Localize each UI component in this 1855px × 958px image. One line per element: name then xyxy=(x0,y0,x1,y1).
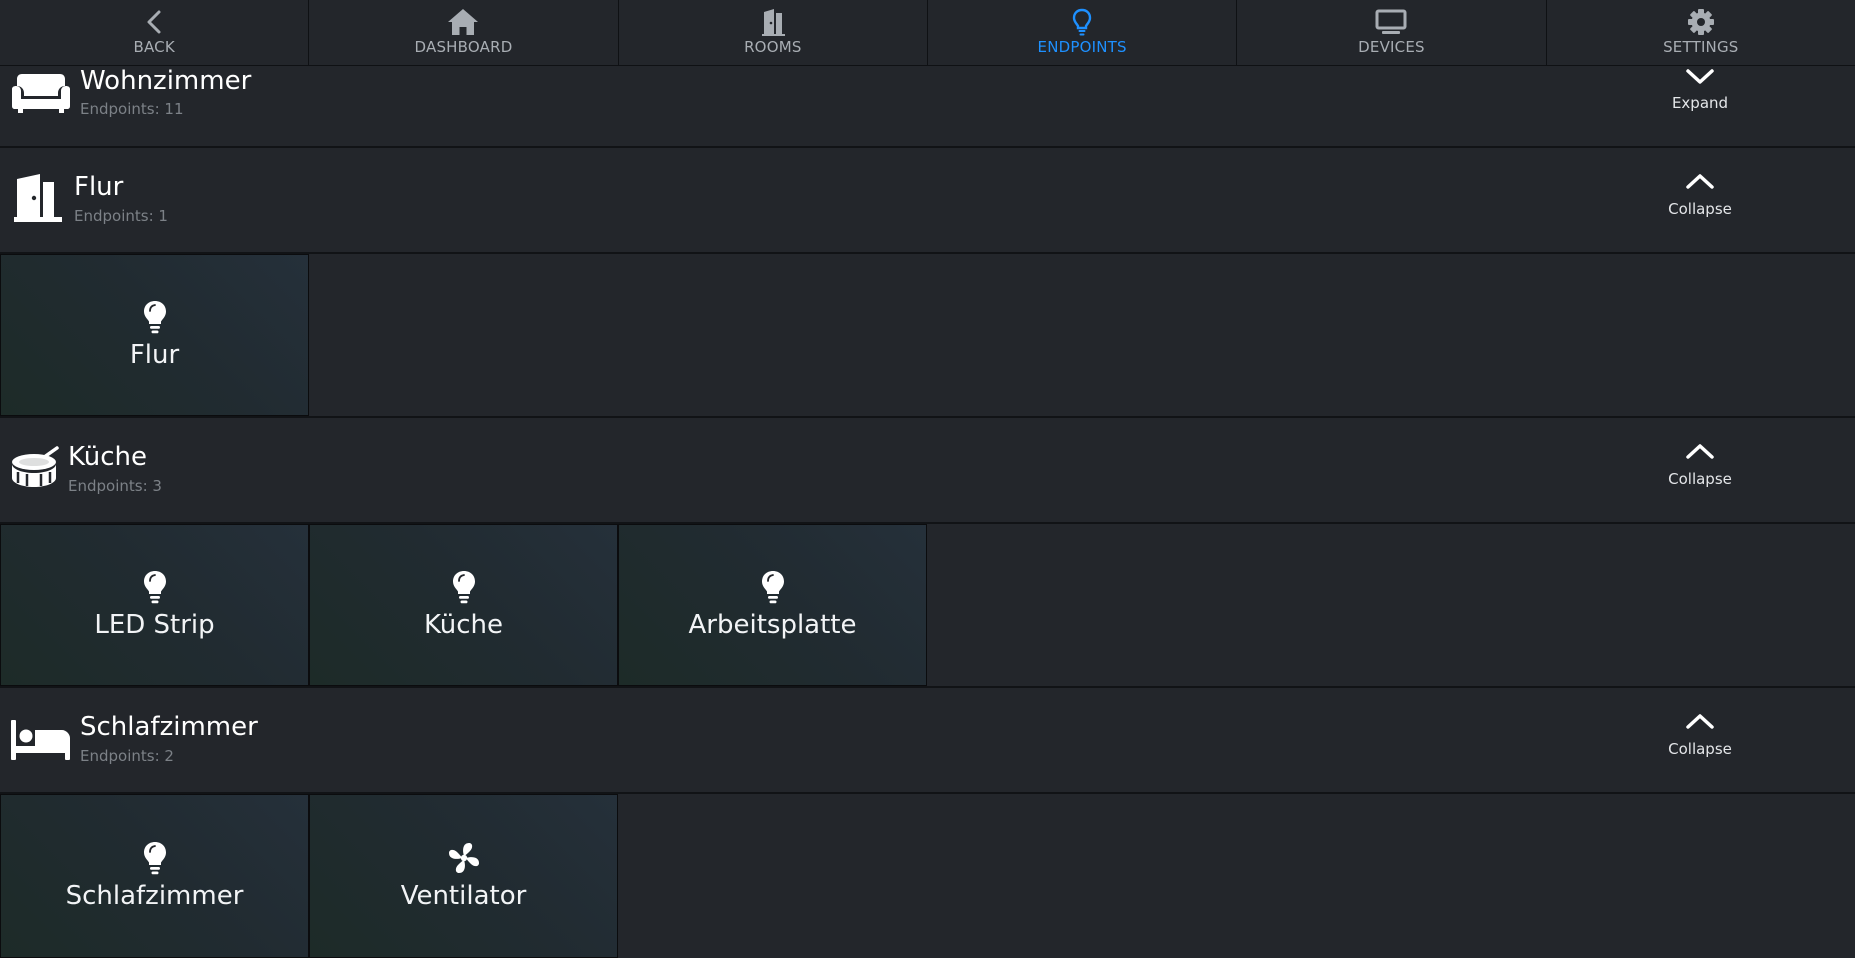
endpoint-name: LED Strip xyxy=(94,610,215,640)
toggle-label: Collapse xyxy=(1668,200,1732,218)
expand-button[interactable]: Expand xyxy=(1650,66,1750,112)
top-navigation: BACK DASHBOARD ROOMS ENDPOINTS DEVICES S… xyxy=(0,0,1855,66)
nav-label: SETTINGS xyxy=(1663,38,1739,56)
nav-label: ENDPOINTS xyxy=(1037,38,1127,56)
endpoint-tile-ventilator[interactable]: Ventilator xyxy=(309,794,618,958)
endpoint-tile-kueche[interactable]: Küche xyxy=(309,524,618,686)
room-title: Küche xyxy=(68,442,148,472)
endpoint-name: Flur xyxy=(129,340,180,370)
endpoint-name: Schlafzimmer xyxy=(65,881,244,911)
nav-label: DASHBOARD xyxy=(414,38,513,56)
nav-back[interactable]: BACK xyxy=(0,0,310,66)
lightbulb-icon xyxy=(142,570,168,604)
room-header-wohnzimmer: Wohnzimmer Endpoints: 11 Expand xyxy=(0,66,1855,148)
toggle-label: Collapse xyxy=(1668,740,1732,758)
endpoints-list: Wohnzimmer Endpoints: 11 Expand Flur End… xyxy=(0,66,1855,958)
room-title: Schlafzimmer xyxy=(80,712,258,742)
room-endpoint-count: Endpoints: 2 xyxy=(80,747,174,765)
chevron-up-icon xyxy=(1685,442,1715,466)
home-icon xyxy=(447,7,479,37)
endpoint-name: Ventilator xyxy=(400,881,527,911)
bed-icon xyxy=(10,718,72,762)
endpoint-row-flur: Flur xyxy=(0,254,1855,418)
nav-label: DEVICES xyxy=(1358,38,1425,56)
nav-endpoints[interactable]: ENDPOINTS xyxy=(927,0,1238,66)
nav-rooms[interactable]: ROOMS xyxy=(618,0,928,66)
room-endpoint-count: Endpoints: 11 xyxy=(80,100,184,118)
monitor-icon xyxy=(1374,7,1408,37)
room-endpoint-count: Endpoints: 1 xyxy=(74,207,168,225)
collapse-button[interactable]: Collapse xyxy=(1650,442,1750,488)
fan-icon xyxy=(447,841,481,875)
couch-icon xyxy=(10,70,72,116)
room-header-schlafzimmer: Schlafzimmer Endpoints: 2 Collapse xyxy=(0,688,1855,794)
gear-icon xyxy=(1687,7,1715,37)
endpoint-tile-led-strip[interactable]: LED Strip xyxy=(0,524,309,686)
room-endpoint-count: Endpoints: 3 xyxy=(68,477,162,495)
room-header-kueche: Küche Endpoints: 3 Collapse xyxy=(0,418,1855,524)
nav-devices[interactable]: DEVICES xyxy=(1237,0,1547,66)
room-title: Wohnzimmer xyxy=(80,66,252,96)
room-title: Flur xyxy=(74,172,124,202)
chevron-up-icon xyxy=(1685,712,1715,736)
endpoint-row-schlafzimmer: Schlafzimmer Ventilator xyxy=(0,794,1855,958)
endpoint-tile-schlafzimmer[interactable]: Schlafzimmer xyxy=(0,794,309,958)
chevron-up-icon xyxy=(1685,172,1715,196)
chevron-down-icon xyxy=(1685,66,1715,90)
nav-settings[interactable]: SETTINGS xyxy=(1546,0,1855,66)
endpoint-tile-flur[interactable]: Flur xyxy=(0,254,309,416)
nav-label: ROOMS xyxy=(744,38,802,56)
drum-icon xyxy=(10,446,60,490)
lightbulb-icon xyxy=(142,300,168,334)
nav-dashboard[interactable]: DASHBOARD xyxy=(309,0,619,66)
endpoint-tile-arbeitsplatte[interactable]: Arbeitsplatte xyxy=(618,524,927,686)
endpoint-name: Arbeitsplatte xyxy=(688,610,857,640)
collapse-button[interactable]: Collapse xyxy=(1650,172,1750,218)
nav-label: BACK xyxy=(133,38,175,56)
lightbulb-icon xyxy=(1071,7,1093,37)
toggle-label: Expand xyxy=(1671,94,1729,112)
door-icon xyxy=(759,7,787,37)
room-header-flur: Flur Endpoints: 1 Collapse xyxy=(0,148,1855,254)
chevron-left-icon xyxy=(146,7,162,37)
endpoint-name: Küche xyxy=(423,610,503,640)
endpoint-row-kueche: LED Strip Küche Arbeitsplatte xyxy=(0,524,1855,688)
toggle-label: Collapse xyxy=(1668,470,1732,488)
lightbulb-icon xyxy=(760,570,786,604)
door-open-icon xyxy=(10,173,66,223)
collapse-button[interactable]: Collapse xyxy=(1650,712,1750,758)
lightbulb-icon xyxy=(142,841,168,875)
lightbulb-icon xyxy=(451,570,477,604)
